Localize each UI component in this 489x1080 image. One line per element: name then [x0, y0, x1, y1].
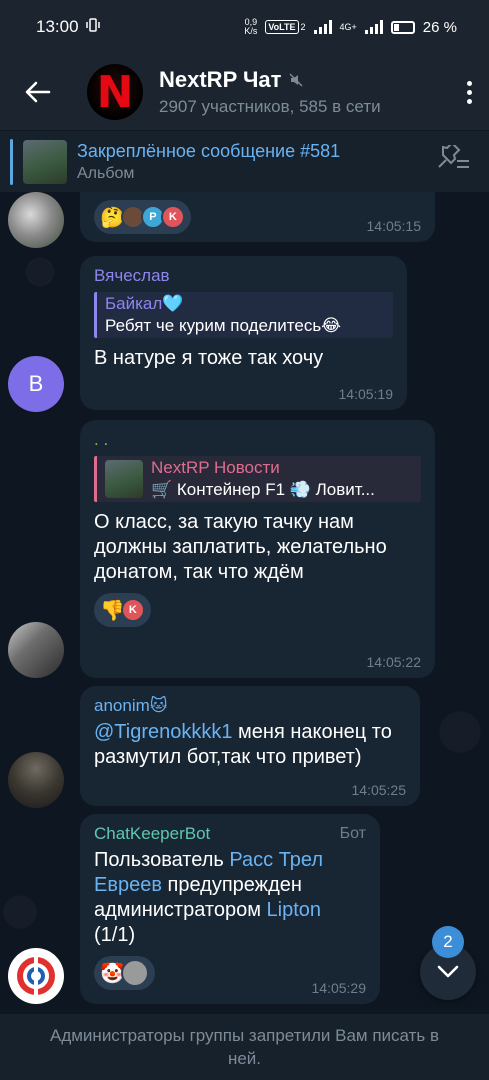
status-time: 13:00 [36, 17, 79, 36]
signal-label: 4G+ [339, 21, 357, 32]
avatar[interactable] [8, 752, 64, 808]
reply-quote[interactable]: Байкал🩵 Ребят че курим поделитесь😂 [94, 292, 393, 338]
message-bubble[interactable]: 🤔 P K 14:05:15 [80, 192, 435, 242]
reply-quote[interactable]: NextRP Новости 🛒 Контейнер F1 💨 Ловит... [94, 456, 421, 502]
chat-subtitle: 2907 участников, 585 в сети [159, 97, 381, 116]
reactor-avatar: K [120, 598, 145, 622]
reaction-chip[interactable]: 🤡 [94, 956, 155, 990]
message-time: 14:05:29 [311, 980, 367, 996]
chat-title: NextRP Чат [159, 67, 282, 92]
muted-icon [289, 73, 303, 87]
battery-icon [390, 20, 415, 34]
bot-label: Бот [339, 825, 366, 842]
reaction-chip[interactable]: 🤔 P K [94, 200, 191, 234]
pinned-thumbnail [23, 139, 67, 184]
reply-text: 🛒 Контейнер F1 💨 Ловит... [151, 480, 375, 499]
message-time: 14:05:22 [366, 654, 422, 670]
net-speed: 0,9 K/s [244, 17, 258, 36]
pin-list-icon [438, 141, 469, 168]
message-bubble[interactable]: Вячеслав Байкал🩵 Ребят че курим поделите… [80, 256, 407, 410]
pinned-message[interactable]: Закреплённое сообщение #581 Альбом [0, 130, 489, 192]
message-text: Пользователь [94, 849, 230, 871]
signal-icon [313, 20, 332, 34]
reply-text: Ребят че курим поделитесь😂 [105, 316, 342, 335]
status-bar: 13:00 0,9 K/s VoLTE 2 4G+ 26 % [0, 0, 489, 54]
message-list[interactable]: 🤔 P K 14:05:15 B Вячеслав Байкал🩵 Ребят … [0, 192, 489, 1014]
signal-icon-2 [364, 20, 383, 34]
reactor-avatar: K [160, 205, 185, 229]
sender-name[interactable]: . . [94, 430, 421, 450]
chat-header: N NextRP Чат 2907 участников, 585 в сети [0, 54, 489, 130]
reactions: 👎 K [94, 593, 421, 627]
bot-logo-icon [17, 956, 55, 996]
back-button[interactable] [0, 54, 75, 130]
unread-count-badge: 2 [432, 926, 464, 958]
message-text-container: Пользователь Расс Трел Евреев предупрежд… [94, 848, 366, 948]
pin-indicator [10, 138, 13, 185]
message-time: 14:05:15 [366, 218, 422, 234]
admin-link[interactable]: Lipton [267, 899, 322, 921]
reactor-avatar [120, 959, 149, 987]
volte-sub: 2 [300, 21, 306, 32]
sender-name[interactable]: ChatKeeperBot [94, 824, 210, 844]
message-bubble[interactable]: . . NextRP Новости 🛒 Контейнер F1 💨 Лови… [80, 420, 435, 678]
arrow-left-icon [25, 81, 50, 103]
reply-title: Байкал🩵 [105, 294, 184, 313]
more-menu-button[interactable] [449, 54, 489, 130]
message-bubble[interactable]: ChatKeeperBot Бот Пользователь Расс Трел… [80, 814, 380, 1004]
message-text: В натуре я тоже так хочу [94, 347, 324, 369]
battery-level: 26 % [422, 18, 457, 36]
reply-thumbnail [105, 460, 143, 498]
group-avatar[interactable]: N [87, 64, 143, 120]
bot-avatar[interactable] [8, 948, 64, 1004]
sender-name[interactable]: Вячеслав [94, 266, 393, 286]
message-text: О класс, за такую тачку нам должны запла… [94, 511, 387, 583]
message-time: 14:05:25 [351, 782, 407, 798]
mention-link[interactable]: @Tigrenokkkk1 [94, 721, 233, 743]
message-time: 14:05:19 [338, 386, 394, 402]
message-bubble[interactable]: anonim🐱 @Tigrenokkkk1 меня наконец то ра… [80, 686, 420, 806]
vibrate-icon [85, 17, 101, 38]
avatar[interactable]: B [8, 356, 64, 412]
message-text: (1/1) [94, 924, 136, 946]
reply-title: NextRP Новости [151, 458, 280, 477]
avatar[interactable] [8, 622, 64, 678]
pinned-title: Закреплённое сообщение #581 [77, 140, 341, 161]
read-only-notice: Администраторы группы запретили Вам писа… [0, 1014, 489, 1080]
sender-name[interactable]: anonim🐱 [94, 696, 406, 716]
message-text-container: @Tigrenokkkk1 меня наконец то размутил б… [94, 720, 406, 770]
volte-badge: VoLTE [265, 20, 299, 34]
avatar[interactable] [8, 192, 64, 248]
chat-info[interactable]: NextRP Чат 2907 участников, 585 в сети [159, 67, 449, 117]
pinned-list-button[interactable] [435, 141, 471, 178]
pinned-subtitle: Альбом [77, 164, 135, 182]
chevron-down-icon [437, 965, 459, 978]
reaction-chip[interactable]: 👎 K [94, 593, 151, 627]
